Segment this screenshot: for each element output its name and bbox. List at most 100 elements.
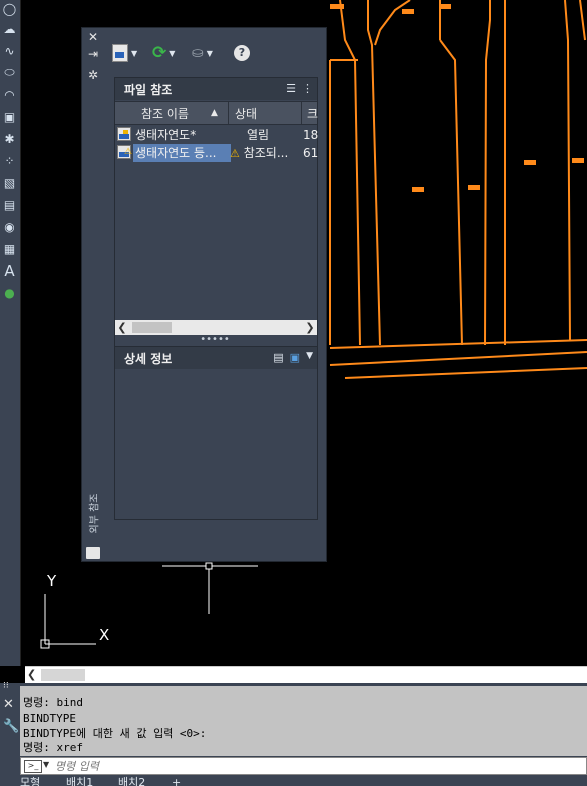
command-input-row: >_ ▼ xyxy=(20,757,587,775)
hatch-icon[interactable]: ▧ xyxy=(1,174,18,191)
file-references-title: 파일 참조 xyxy=(124,82,173,97)
chevron-down-icon[interactable]: ▼ xyxy=(306,351,313,364)
scroll-thumb[interactable] xyxy=(41,669,85,681)
text-marker xyxy=(412,187,424,192)
customize-wrench-icon[interactable]: 🔧 xyxy=(3,719,19,734)
attach-dwg-icon xyxy=(112,44,128,62)
history-line: BINDTYPE xyxy=(23,712,76,725)
chevron-down-icon[interactable]: ▼ xyxy=(169,49,175,58)
column-status[interactable]: 상태 xyxy=(235,105,257,122)
xref-palette: ✕ ⇥ ✲ 외부 참조 ▼ ⟳ ▼ ⛀ ▼ ? 파일 참조 ☰ ⋮ 참조 이름 … xyxy=(81,27,327,562)
ucs-x-label: X xyxy=(99,626,110,644)
insert-block-icon[interactable]: ▣ xyxy=(1,108,18,125)
auto-hide-icon[interactable]: ⇥ xyxy=(85,47,101,61)
road-line xyxy=(484,0,491,346)
column-reference-name[interactable]: 참조 이름 xyxy=(141,105,189,122)
point-icon[interactable]: ⁘ xyxy=(1,152,18,169)
details-title: 상세 정보 xyxy=(124,351,173,366)
reference-status: 참조되... xyxy=(243,146,289,160)
road-line xyxy=(344,367,587,379)
gradient-icon[interactable]: ▤ xyxy=(1,196,18,213)
road-line xyxy=(564,0,571,341)
history-line: BINDTYPE에 대한 새 값 입력 <0>: xyxy=(23,727,207,740)
reference-row[interactable]: ⚠ 생태자연도 등... ⚠ 참조되... 61 xyxy=(115,144,319,162)
create-block-icon[interactable]: ✱ xyxy=(1,130,18,147)
crosshair-box xyxy=(205,562,213,570)
chevron-down-icon[interactable]: ▼ xyxy=(43,760,49,769)
road-line xyxy=(367,0,381,346)
details-view-icon[interactable]: ▤ xyxy=(273,351,283,364)
close-icon[interactable]: ✕ xyxy=(85,30,101,44)
reference-list-scrollbar[interactable]: ❮ ❯ xyxy=(115,320,317,335)
tab-layout1[interactable]: 배치1 xyxy=(66,777,93,786)
text-marker xyxy=(468,185,480,190)
scroll-right-icon[interactable]: ❯ xyxy=(303,320,317,335)
reference-size: 61 xyxy=(303,146,319,160)
spline-icon[interactable]: ∿ xyxy=(1,42,18,59)
road-line xyxy=(339,0,361,346)
scroll-left-icon[interactable]: ❮ xyxy=(27,668,36,681)
cloud-icon[interactable]: ☁ xyxy=(1,20,18,37)
chevron-down-icon[interactable]: ▼ xyxy=(131,49,137,58)
history-line: 명령: bind xyxy=(23,696,83,709)
clipboard-icon[interactable] xyxy=(86,547,100,559)
command-prompt-icon[interactable]: >_ xyxy=(24,760,42,773)
reference-name: 생태자연도* xyxy=(135,128,197,142)
chevron-down-icon[interactable]: ▼ xyxy=(207,49,213,58)
file-references-section: 파일 참조 ☰ ⋮ 참조 이름 ▲ 상태 크 생태자연도* 열림 18 ⚠ 생태… xyxy=(114,77,318,349)
road-line xyxy=(374,0,411,46)
dwg-file-icon xyxy=(117,127,131,141)
reference-size: 18 xyxy=(303,128,319,142)
attach-dwg-button[interactable]: ▼ xyxy=(112,42,137,64)
ellipse-icon[interactable]: ⬭ xyxy=(1,64,18,81)
add-selected-icon[interactable]: ● xyxy=(1,284,18,301)
palette-title-strip: ✕ ⇥ ✲ 외부 참조 xyxy=(82,28,104,561)
text-marker xyxy=(330,4,344,9)
add-layout-tab[interactable]: + xyxy=(172,777,181,786)
xref-warning-file-icon: ⚠ xyxy=(117,145,132,159)
scroll-thumb[interactable] xyxy=(132,322,172,333)
text-marker xyxy=(524,160,536,165)
command-history: 명령: bind BINDTYPE BINDTYPE에 대한 새 값 입력 <0… xyxy=(20,686,587,756)
properties-icon[interactable]: ✲ xyxy=(85,68,101,82)
table-icon[interactable]: ▦ xyxy=(1,240,18,257)
tab-model[interactable]: 모형 xyxy=(20,777,40,786)
reference-status: 열림 xyxy=(247,128,270,142)
drawing-horizontal-scrollbar[interactable]: ❮ xyxy=(25,666,587,684)
reference-name: 생태자연도 등... xyxy=(133,144,231,162)
ellipse-arc-icon[interactable]: ◠ xyxy=(1,86,18,103)
reference-row[interactable]: 생태자연도* 열림 18 xyxy=(115,126,319,144)
region-icon[interactable]: ◉ xyxy=(1,218,18,235)
refresh-icon: ⟳ xyxy=(152,43,167,63)
refresh-button[interactable]: ⟳ ▼ xyxy=(152,42,175,64)
details-section: 상세 정보 ▤ ▣ ▼ xyxy=(114,346,318,520)
help-icon: ? xyxy=(234,45,250,61)
ucs-y-label: Y xyxy=(47,572,57,590)
draw-toolbar: ◯ ☁ ∿ ⬭ ◠ ▣ ✱ ⁘ ▧ ▤ ◉ ▦ A ● xyxy=(0,0,21,666)
scroll-left-icon[interactable]: ❮ xyxy=(115,320,129,335)
column-header: 참조 이름 ▲ 상태 크 xyxy=(115,101,318,125)
palette-toolbar: ▼ ⟳ ▼ ⛀ ▼ ? xyxy=(112,40,302,66)
road-line xyxy=(329,339,587,349)
preview-icon[interactable]: ▣ xyxy=(290,351,300,364)
tab-layout2[interactable]: 배치2 xyxy=(118,777,145,786)
circle-icon[interactable]: ◯ xyxy=(1,0,18,17)
text-marker xyxy=(439,4,451,9)
layout-tabs: 모형 배치1 배치2 + xyxy=(20,776,587,786)
sort-ascending-icon: ▲ xyxy=(211,108,218,118)
close-icon[interactable]: ✕ xyxy=(3,697,14,712)
column-size[interactable]: 크 xyxy=(307,105,318,122)
list-view-icon[interactable]: ☰ xyxy=(286,82,296,95)
change-path-icon: ⛀ xyxy=(192,45,204,61)
tree-view-icon[interactable]: ⋮ xyxy=(302,82,313,95)
text-marker xyxy=(402,9,414,14)
section-splitter[interactable]: ••••• xyxy=(114,335,316,346)
grip-icon[interactable]: ⁝⁝ xyxy=(3,681,9,691)
change-path-button[interactable]: ⛀ ▼ xyxy=(192,42,213,64)
command-line-window: ⁝⁝ ✕ 🔧 명령: bind BINDTYPE BINDTYPE에 대한 새 … xyxy=(0,681,587,786)
multiline-text-icon[interactable]: A xyxy=(1,262,18,280)
help-button[interactable]: ? xyxy=(234,42,250,64)
command-input[interactable] xyxy=(55,758,575,774)
road-line xyxy=(329,351,587,366)
warning-icon: ⚠ xyxy=(230,147,240,160)
